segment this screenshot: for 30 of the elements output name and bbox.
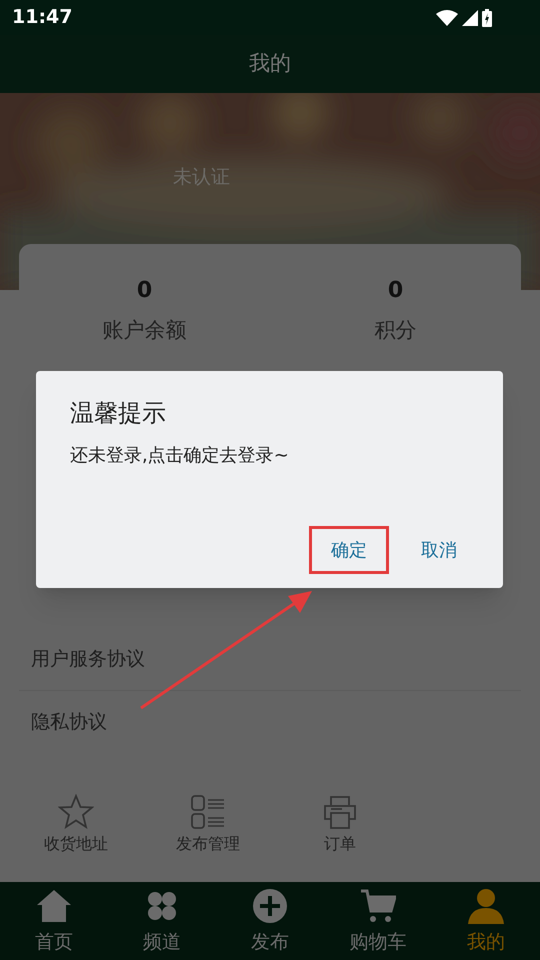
star-icon: [58, 794, 94, 830]
home-icon: [36, 888, 72, 924]
status-time: 11:47: [12, 5, 72, 30]
nav-tab[interactable]: 发布: [216, 882, 324, 960]
signal-icon: [462, 10, 478, 26]
user-icon: [468, 888, 504, 924]
nav-tab[interactable]: 购物车: [324, 882, 432, 960]
list-icon: [190, 794, 226, 830]
stat-label[interactable]: 积分: [374, 315, 416, 346]
plus-icon: [252, 888, 288, 924]
stat-label[interactable]: 账户余额: [102, 315, 186, 346]
dialog-button[interactable]: 确定: [309, 526, 389, 574]
menu-item[interactable]: 隐私协议: [19, 691, 521, 754]
wifi-icon: [436, 10, 458, 26]
shortcut-button[interactable]: 收货地址: [10, 794, 142, 856]
stat-value: 0: [388, 277, 404, 305]
shortcut-button[interactable]: 订单: [274, 794, 406, 856]
dialog-title: 温馨提示: [70, 398, 167, 428]
stat-value: 0: [136, 277, 152, 305]
nav-tab[interactable]: 首页: [0, 882, 108, 960]
page-title: 我的: [249, 50, 291, 78]
dialog-button[interactable]: 取消: [399, 526, 479, 574]
nav-tab[interactable]: 频道: [108, 882, 216, 960]
printer-icon: [322, 794, 358, 830]
dialog-message: 还未登录,点击确定去登录~: [70, 444, 290, 468]
menu-item[interactable]: 用户服务协议: [19, 628, 521, 691]
cart-icon: [360, 888, 396, 924]
battery-icon: [482, 8, 492, 26]
nav-tab[interactable]: 我的: [432, 882, 540, 960]
shortcut-button[interactable]: 发布管理: [142, 794, 274, 856]
